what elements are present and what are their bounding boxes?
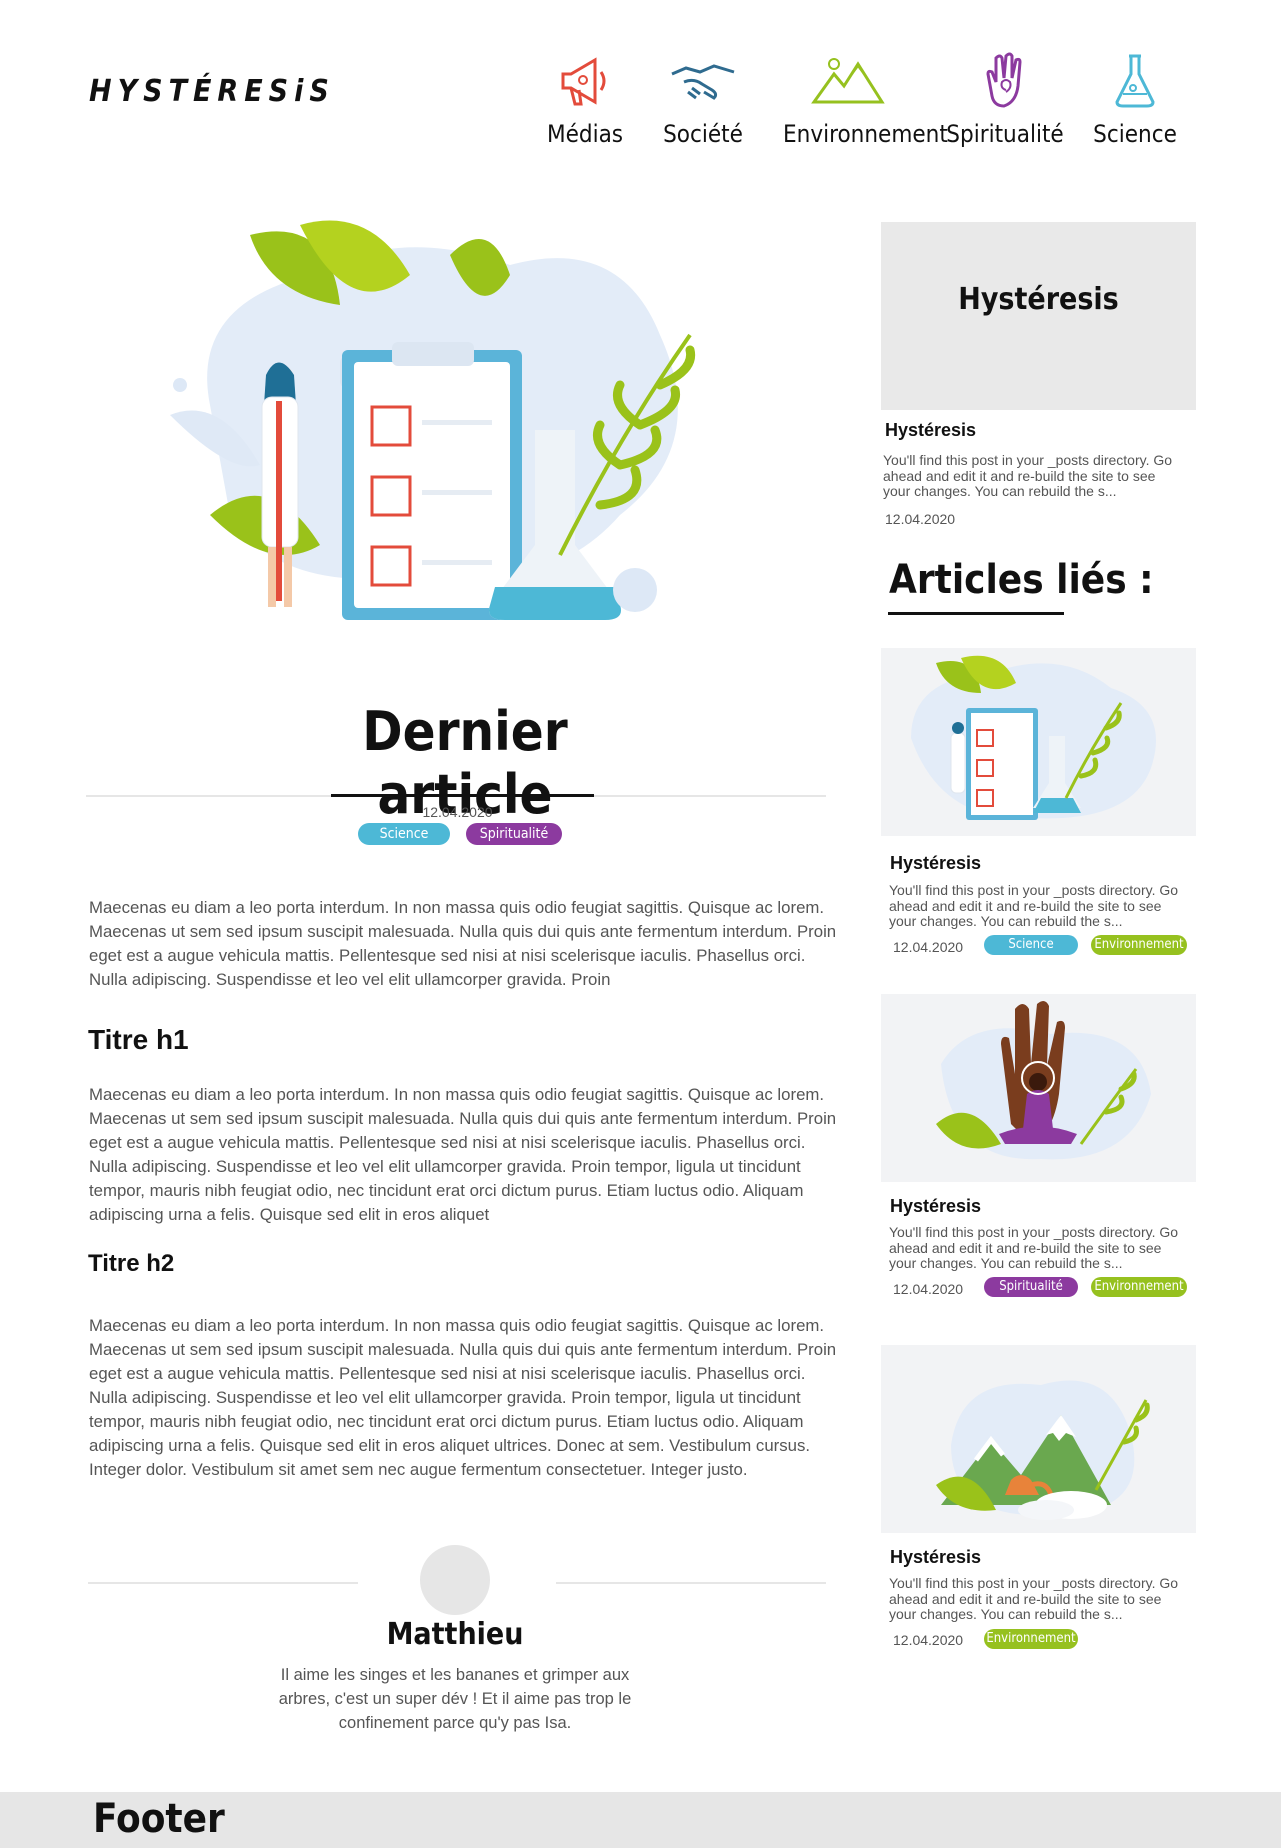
related-title[interactable]: Hystéresis bbox=[890, 1196, 981, 1217]
related-excerpt: You'll find this post in your _posts dir… bbox=[889, 1575, 1179, 1622]
avatar bbox=[420, 1545, 490, 1615]
tag-science[interactable]: Science bbox=[984, 935, 1078, 955]
related-excerpt: You'll find this post in your _posts dir… bbox=[889, 882, 1179, 929]
related-date: 12.04.2020 bbox=[893, 939, 964, 955]
title-underline bbox=[331, 794, 594, 797]
mountain-fox-illustration bbox=[936, 1380, 1150, 1520]
nav-label: Médias bbox=[546, 120, 624, 148]
nav-label: Société bbox=[663, 120, 743, 148]
tag-environnement[interactable]: Environnement bbox=[1091, 935, 1187, 955]
related-date: 12.04.2020 bbox=[893, 1632, 964, 1648]
related-title[interactable]: Hystéresis bbox=[890, 853, 981, 874]
article-paragraph-1: Maecenas eu diam a leo porta interdum. I… bbox=[89, 1085, 837, 1224]
mountain-icon bbox=[811, 58, 885, 104]
nav-label: Science bbox=[1093, 120, 1177, 148]
tag-environnement[interactable]: Environnement bbox=[1091, 1277, 1187, 1297]
footer-text: Footer bbox=[93, 1796, 225, 1842]
related-card-image[interactable] bbox=[881, 994, 1196, 1182]
science-illustration bbox=[911, 655, 1156, 820]
nav-item-medias[interactable]: Médias bbox=[520, 52, 650, 148]
related-underline bbox=[888, 612, 1064, 615]
tag-spiritualite[interactable]: Spiritualité bbox=[466, 823, 562, 845]
featured-title[interactable]: Hystéresis bbox=[885, 420, 976, 441]
article-paragraph-2: Maecenas eu diam a leo porta interdum. I… bbox=[89, 1316, 837, 1479]
author-divider-right bbox=[556, 1582, 826, 1584]
article-intro: Maecenas eu diam a leo porta interdum. I… bbox=[89, 898, 837, 989]
heading-h2: Titre h2 bbox=[88, 1250, 175, 1277]
meditation-illustration bbox=[936, 1000, 1151, 1160]
nav-item-societe[interactable]: Société bbox=[638, 52, 768, 148]
related-date: 12.04.2020 bbox=[893, 1281, 964, 1297]
nav-label: Environnement bbox=[783, 120, 948, 148]
site-logo[interactable]: HYSTÉRESiS bbox=[89, 74, 335, 109]
hero-illustration bbox=[170, 220, 696, 620]
footer: Footer bbox=[0, 1792, 1281, 1848]
handshake-icon bbox=[671, 64, 735, 100]
related-title[interactable]: Hystéresis bbox=[890, 1547, 981, 1568]
tag-spiritualite[interactable]: Spiritualité bbox=[984, 1277, 1078, 1297]
featured-image-text: Hystéresis bbox=[958, 282, 1119, 317]
nav-item-science[interactable]: Science bbox=[1070, 52, 1200, 148]
heading-h1: Titre h1 bbox=[88, 1024, 189, 1055]
related-heading: Articles liés : bbox=[889, 557, 1154, 603]
nav-item-spiritualite[interactable]: Spiritualité bbox=[940, 52, 1070, 148]
tag-science[interactable]: Science bbox=[358, 823, 450, 845]
nav-label: Spiritualité bbox=[946, 120, 1064, 148]
tag-environnement[interactable]: Environnement bbox=[984, 1629, 1078, 1649]
related-card-image[interactable] bbox=[881, 648, 1196, 836]
featured-date: 12.04.2020 bbox=[885, 511, 956, 527]
related-card-image[interactable] bbox=[881, 1345, 1196, 1533]
article-date: 12.04.2020 bbox=[422, 804, 493, 820]
author-name: Matthieu bbox=[386, 1617, 524, 1652]
featured-excerpt: You'll find this post in your _posts dir… bbox=[883, 452, 1173, 499]
author-divider-left bbox=[88, 1582, 358, 1584]
flask-icon bbox=[1115, 54, 1155, 108]
author-bio: Il aime les singes et les bananes et gri… bbox=[278, 1666, 632, 1732]
related-excerpt: You'll find this post in your _posts dir… bbox=[889, 1224, 1179, 1271]
megaphone-icon bbox=[561, 57, 606, 106]
featured-image[interactable]: Hystéresis bbox=[881, 222, 1196, 410]
hand-spiral-icon bbox=[986, 52, 1022, 108]
nav-item-environnement[interactable]: Environnement bbox=[783, 52, 948, 148]
